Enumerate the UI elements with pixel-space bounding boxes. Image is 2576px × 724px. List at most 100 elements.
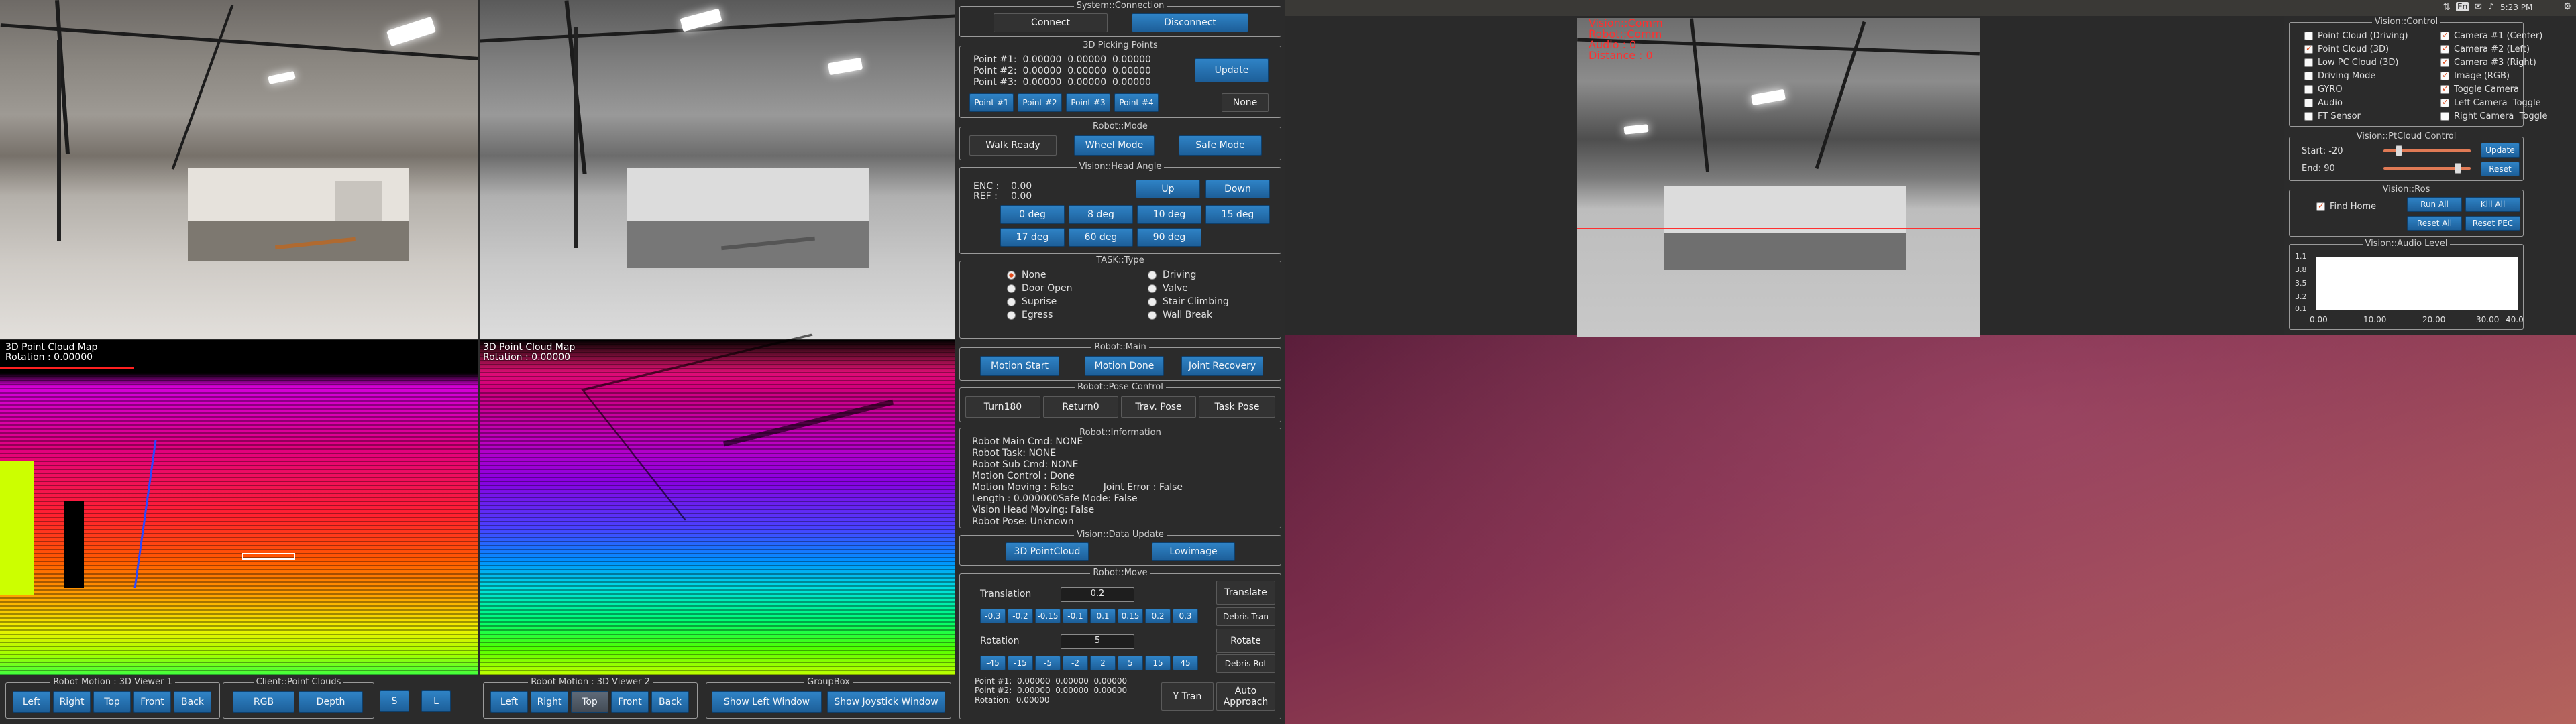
chk-toggle-camera[interactable] [2440,84,2449,94]
point-4-button[interactable]: Point #4 [1114,93,1159,112]
auto-approach-button[interactable]: Auto Approach [1216,682,1275,711]
chk-audio[interactable] [2304,99,2313,107]
trans-step-015[interactable]: 0.15 [1118,609,1143,623]
motion-done-button[interactable]: Motion Done [1085,356,1164,376]
disconnect-button[interactable]: Disconnect [1132,13,1248,32]
viewer1-left-button[interactable]: Left [13,691,50,713]
ptcloud-start-handle[interactable] [2396,145,2403,156]
rot-step-15[interactable]: 15 [1145,656,1171,670]
rot-step-m2[interactable]: -2 [1063,656,1088,670]
viewer2-top-button[interactable]: Top [571,691,608,713]
rot-step-5[interactable]: 5 [1118,656,1143,670]
chk-camera-2[interactable] [2440,44,2449,54]
debris-rot-button[interactable]: Debris Rot [1216,654,1275,673]
rotate-button[interactable]: Rotate [1216,629,1275,653]
task-pose-button[interactable]: Task Pose [1199,396,1275,418]
run-all-button[interactable]: Run All [2407,197,2462,212]
rot-step-m5[interactable]: -5 [1035,656,1061,670]
point-2-button[interactable]: Point #2 [1018,93,1062,112]
trans-step-m015[interactable]: -0.15 [1035,609,1061,623]
task-driving-radio[interactable] [1148,271,1157,280]
angle-10-button[interactable]: 10 deg [1137,205,1201,224]
rot-step-m15[interactable]: -15 [1008,656,1033,670]
trav-pose-button[interactable]: Trav. Pose [1121,396,1196,418]
return0-button[interactable]: Return0 [1043,396,1118,418]
angle-15-button[interactable]: 15 deg [1205,205,1270,224]
rot-step-m45[interactable]: -45 [980,656,1006,670]
chk-driving-mode[interactable] [2304,72,2313,80]
head-up-button[interactable]: Up [1136,180,1200,198]
head-down-button[interactable]: Down [1205,180,1270,198]
mail-icon[interactable]: ✉ [2475,2,2482,12]
volume-icon[interactable]: ♪ [2488,2,2493,12]
angle-0-button[interactable]: 0 deg [1000,205,1065,224]
point-none-button[interactable]: None [1222,93,1269,112]
viewer1-front-button[interactable]: Front [133,691,171,713]
task-wall-break-radio[interactable] [1148,311,1157,320]
picking-update-button[interactable]: Update [1195,58,1269,82]
ptcloud-reset-button[interactable]: Reset [2481,162,2520,176]
viewer1-right-button[interactable]: Right [53,691,91,713]
turn180-button[interactable]: Turn180 [965,396,1040,418]
translate-button[interactable]: Translate [1216,581,1275,605]
trans-step-01[interactable]: 0.1 [1090,609,1116,623]
l-button[interactable]: L [421,690,451,712]
motion-start-button[interactable]: Motion Start [980,356,1059,376]
angle-60-button[interactable]: 60 deg [1069,228,1133,247]
safe-mode-button[interactable]: Safe Mode [1179,135,1262,156]
point-3-button[interactable]: Point #3 [1066,93,1110,112]
chk-image-rgb[interactable] [2440,70,2449,80]
chk-right-camera-toggle[interactable] [2440,112,2449,121]
angle-90-button[interactable]: 90 deg [1137,228,1201,247]
connect-button[interactable]: Connect [994,13,1108,32]
trans-step-m03[interactable]: -0.3 [980,609,1006,623]
rotation-input[interactable]: 5 [1061,634,1134,649]
language-indicator[interactable]: En [2456,2,2469,11]
viewer1-back-button[interactable]: Back [174,691,211,713]
joint-recovery-button[interactable]: Joint Recovery [1181,356,1263,376]
point-cloud-viewer-1[interactable] [0,340,478,675]
network-icon[interactable]: ⇅ [2443,2,2451,13]
chk-pc-driving[interactable] [2304,32,2313,40]
lowimage-update-button[interactable]: Lowimage [1152,542,1235,561]
viewer2-left-button[interactable]: Left [490,691,528,713]
rgb-button[interactable]: RGB [233,691,294,713]
chk-pc-3d[interactable] [2304,44,2313,54]
trans-step-02[interactable]: 0.2 [1145,609,1171,623]
viewer2-back-button[interactable]: Back [651,691,689,713]
translation-input[interactable]: 0.2 [1061,587,1134,602]
trans-step-03[interactable]: 0.3 [1173,609,1198,623]
chk-ft-sensor[interactable] [2304,112,2313,121]
y-tran-button[interactable]: Y Tran [1161,682,1214,711]
angle-8-button[interactable]: 8 deg [1069,205,1133,224]
show-joystick-window-button[interactable]: Show Joystick Window [827,691,945,713]
viewer1-top-button[interactable]: Top [93,691,131,713]
chk-low-pc[interactable] [2304,58,2313,67]
task-valve-radio[interactable] [1148,284,1157,293]
gear-icon[interactable]: ⚙ [2563,1,2572,12]
trans-step-m01[interactable]: -0.1 [1063,609,1088,623]
reset-pec-button[interactable]: Reset PEC [2465,216,2520,231]
chk-gyro[interactable] [2304,85,2313,94]
show-left-window-button[interactable]: Show Left Window [712,691,822,713]
ptcloud-update-button[interactable]: Update [2481,143,2520,158]
rot-step-45[interactable]: 45 [1173,656,1198,670]
chk-find-home[interactable] [2316,201,2325,211]
clock[interactable]: 5:23 PM [2500,3,2532,12]
task-stair-climbing-radio[interactable] [1148,298,1157,306]
task-suprise-radio[interactable] [1007,298,1016,306]
viewer2-front-button[interactable]: Front [611,691,649,713]
wheel-mode-button[interactable]: Wheel Mode [1074,135,1155,156]
ptcloud-end-slider[interactable] [2383,163,2471,174]
chk-camera-1[interactable] [2440,30,2449,40]
kill-all-button[interactable]: Kill All [2465,197,2520,212]
walk-ready-button[interactable]: Walk Ready [969,135,1057,156]
point-cloud-viewer-2[interactable] [480,333,955,675]
ptcloud-end-handle[interactable] [2454,163,2461,174]
viewer2-right-button[interactable]: Right [531,691,568,713]
reset-all-button[interactable]: Reset All [2407,216,2462,231]
angle-17-button[interactable]: 17 deg [1000,228,1065,247]
chk-camera-3[interactable] [2440,57,2449,67]
rot-step-2[interactable]: 2 [1090,656,1116,670]
s-button[interactable]: S [380,690,409,712]
